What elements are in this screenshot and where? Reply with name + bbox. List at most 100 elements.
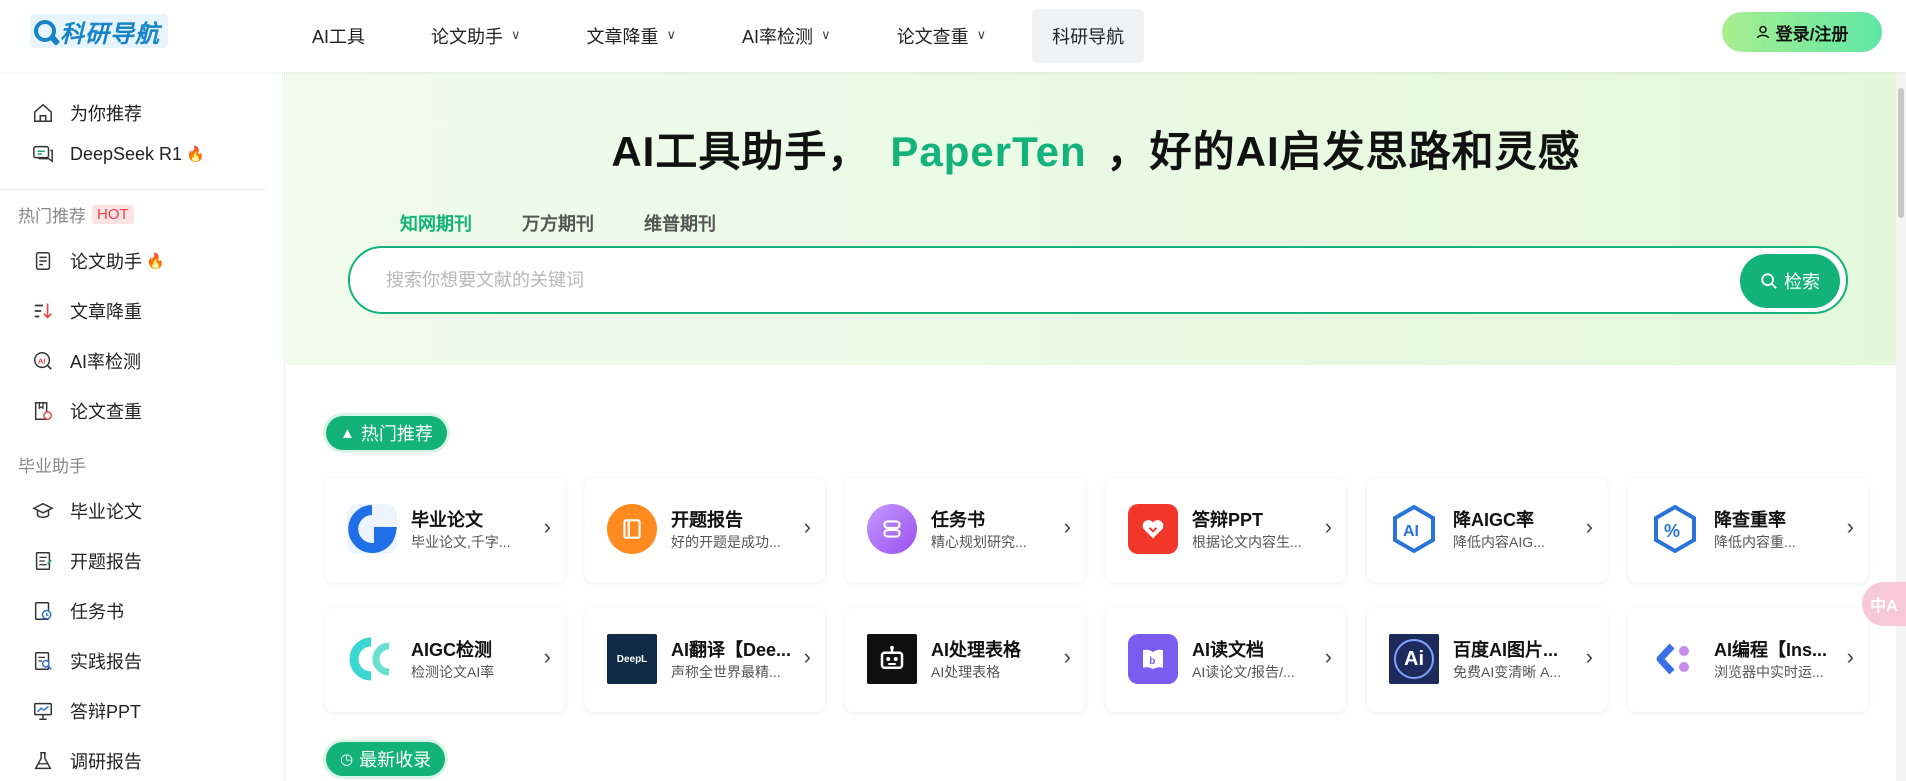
document-icon: [30, 248, 56, 274]
sidebar-item-deepseek[interactable]: DeepSeek R1 🔥: [30, 139, 205, 169]
tab-vip[interactable]: 维普期刊: [644, 210, 716, 236]
chevron-down-icon: ∨: [976, 27, 987, 42]
chevron-right-icon: ›: [1324, 644, 1332, 669]
search-icon: [1761, 273, 1777, 289]
tool-card-ai-doc-reader[interactable]: b AI读文档 AI读论文/报告/... ›: [1106, 608, 1346, 712]
card-title: AI处理表格: [931, 640, 1021, 660]
card-desc: 检测论文AI率: [411, 664, 495, 680]
login-register-button[interactable]: 登录/注册: [1722, 12, 1882, 52]
card-desc: 精心规划研究...: [931, 534, 1027, 550]
tool-card-defense-ppt[interactable]: 答辩PPT 根据论文内容生... ›: [1106, 478, 1346, 582]
search-input[interactable]: [386, 248, 1686, 312]
chevron-right-icon: ›: [1846, 514, 1854, 539]
card-title: 百度AI图片...: [1453, 640, 1559, 660]
svg-text:%: %: [1664, 521, 1680, 541]
tool-card-ai-table[interactable]: AI处理表格 AI处理表格 ›: [845, 608, 1085, 712]
nav-research-navigation[interactable]: 科研导航: [1032, 9, 1145, 63]
chevron-right-icon: ›: [1846, 644, 1854, 669]
nav-label: 文章降重: [586, 27, 659, 47]
page-scrollbar[interactable]: [1896, 72, 1906, 781]
chevron-right-icon: ›: [543, 644, 551, 669]
sidebar-item-thesis[interactable]: 毕业论文: [30, 496, 142, 526]
nav-ai-tools[interactable]: AI工具: [290, 9, 385, 63]
search-button-label: 检索: [1784, 272, 1820, 292]
sidebar-item-recommended[interactable]: 为你推荐: [30, 98, 142, 128]
tool-card-baidu-ai-image[interactable]: Ai 百度AI图片... 免费AI变清晰 A... ›: [1367, 608, 1607, 712]
tab-cnki[interactable]: 知网期刊: [400, 210, 472, 236]
nav-plagiarism-check[interactable]: 论文查重 ∨: [877, 9, 1007, 63]
logo-text: 科研导航: [60, 20, 160, 48]
graduation-cap-icon: [30, 498, 56, 524]
nav-ai-detect[interactable]: AI率检测 ∨: [722, 9, 851, 63]
card-title: 毕业论文: [411, 510, 483, 530]
tab-wanfang[interactable]: 万方期刊: [522, 210, 594, 236]
chevron-right-icon: ›: [803, 644, 811, 669]
sidebar-item-label: DeepSeek R1: [70, 143, 183, 164]
sidebar-item-ai-detect[interactable]: AI AI率检测: [30, 346, 141, 376]
card-desc: 浏览器中实时运...: [1714, 664, 1824, 680]
scrollbar-thumb[interactable]: [1898, 88, 1904, 218]
translate-icon[interactable]: 中A: [1862, 582, 1906, 626]
baidu-ai-logo-text: Ai: [1394, 639, 1434, 679]
sidebar-item-label: AI率检测: [70, 352, 142, 372]
section-latest: ◷ 最新收录: [326, 742, 446, 776]
sidebar-group-hot: 热门推荐 HOT: [18, 202, 134, 227]
nav-label: 论文助手: [431, 27, 504, 47]
group-label: 毕业助手: [18, 457, 86, 476]
sidebar-item-survey-report[interactable]: 调研报告: [30, 746, 142, 776]
ai-detect-icon: AI: [30, 348, 56, 374]
robot-icon: [867, 634, 917, 684]
tool-card-task-book[interactable]: 任务书 精心规划研究... ›: [845, 478, 1085, 582]
tool-card-aigc-detect[interactable]: AIGC检测 检测论文AI率 ›: [325, 608, 565, 712]
sidebar-item-paper-assistant[interactable]: 论文助手 🔥: [30, 246, 165, 276]
tool-card-reduce-duplicate[interactable]: % 降查重率 降低内容重... ›: [1628, 478, 1868, 582]
login-label: 登录/注册: [1775, 24, 1849, 44]
top-header: 科研导航 AI工具 论文助手 ∨ 文章降重 ∨ AI率检测 ∨ 论文查重 ∨ 科…: [0, 0, 1906, 72]
chevron-right-icon: ›: [803, 514, 811, 539]
hero-banner: AI工具助手， PaperTen ，好的AI启发思路和灵感 知网期刊 万方期刊 维普…: [286, 72, 1906, 365]
sidebar-item-practice-report[interactable]: 实践报告: [30, 646, 142, 676]
sidebar-item-plagiarism[interactable]: 论文查重: [30, 396, 142, 426]
card-desc: 好的开题是成功...: [671, 534, 781, 550]
chevron-right-icon: ›: [1063, 644, 1071, 669]
chevron-right-icon: ›: [1063, 514, 1071, 539]
chat-icon: [30, 141, 56, 167]
code-icon: [1650, 634, 1700, 684]
sidebar-item-task-book[interactable]: 任务书: [30, 596, 124, 626]
hero-title-brand: PaperTen: [890, 128, 1087, 175]
chevron-right-icon: ›: [1585, 644, 1593, 669]
site-logo[interactable]: 科研导航: [30, 14, 168, 48]
flask-icon: [30, 748, 56, 774]
svg-text:AI: AI: [1403, 523, 1419, 540]
deepl-icon: DeepL: [607, 634, 657, 684]
chevron-right-icon: ›: [543, 514, 551, 539]
card-title: AI读文档: [1192, 640, 1264, 660]
task-icon: [30, 598, 56, 624]
sidebar-item-rewrite[interactable]: 文章降重: [30, 296, 142, 326]
tool-card-proposal[interactable]: 开题报告 好的开题是成功... ›: [585, 478, 825, 582]
practice-icon: [30, 648, 56, 674]
chevron-down-icon: ∨: [666, 27, 677, 42]
tool-card-ai-coding[interactable]: AI编程【Ins... 浏览器中实时运... ›: [1628, 608, 1868, 712]
sidebar-item-label: 调研报告: [70, 752, 142, 772]
nav-paper-assistant[interactable]: 论文助手 ∨: [411, 9, 541, 63]
card-desc: 毕业论文,千字...: [411, 534, 511, 550]
sidebar-item-label: 论文助手: [70, 252, 142, 272]
hero-title: AI工具助手， PaperTen ，好的AI启发思路和灵感: [286, 118, 1906, 179]
sidebar-item-proposal[interactable]: 开题报告: [30, 546, 142, 576]
search-button[interactable]: 检索: [1740, 254, 1840, 308]
tool-card-reduce-aigc[interactable]: AI 降AIGC率 降低内容AIG... ›: [1367, 478, 1607, 582]
sidebar-item-label: 任务书: [70, 602, 124, 622]
logo-icon: [34, 20, 56, 42]
fire-icon: 🔥: [146, 253, 165, 270]
svg-text:b: b: [1149, 656, 1155, 667]
tool-card-thesis[interactable]: 毕业论文 毕业论文,千字... ›: [325, 478, 565, 582]
sidebar-item-defense-ppt[interactable]: 答辩PPT: [30, 696, 141, 726]
sidebar-divider: [0, 189, 266, 190]
nav-rewrite[interactable]: 文章降重 ∨: [567, 9, 697, 63]
card-title: 答辩PPT: [1192, 510, 1264, 530]
clock-icon: ◷: [340, 751, 354, 768]
journal-tabs: 知网期刊 万方期刊 维普期刊: [400, 210, 766, 236]
list-icon: [867, 504, 917, 554]
tool-card-deepl[interactable]: DeepL AI翻译【Dee... 声称全世界最精... ›: [585, 608, 825, 712]
